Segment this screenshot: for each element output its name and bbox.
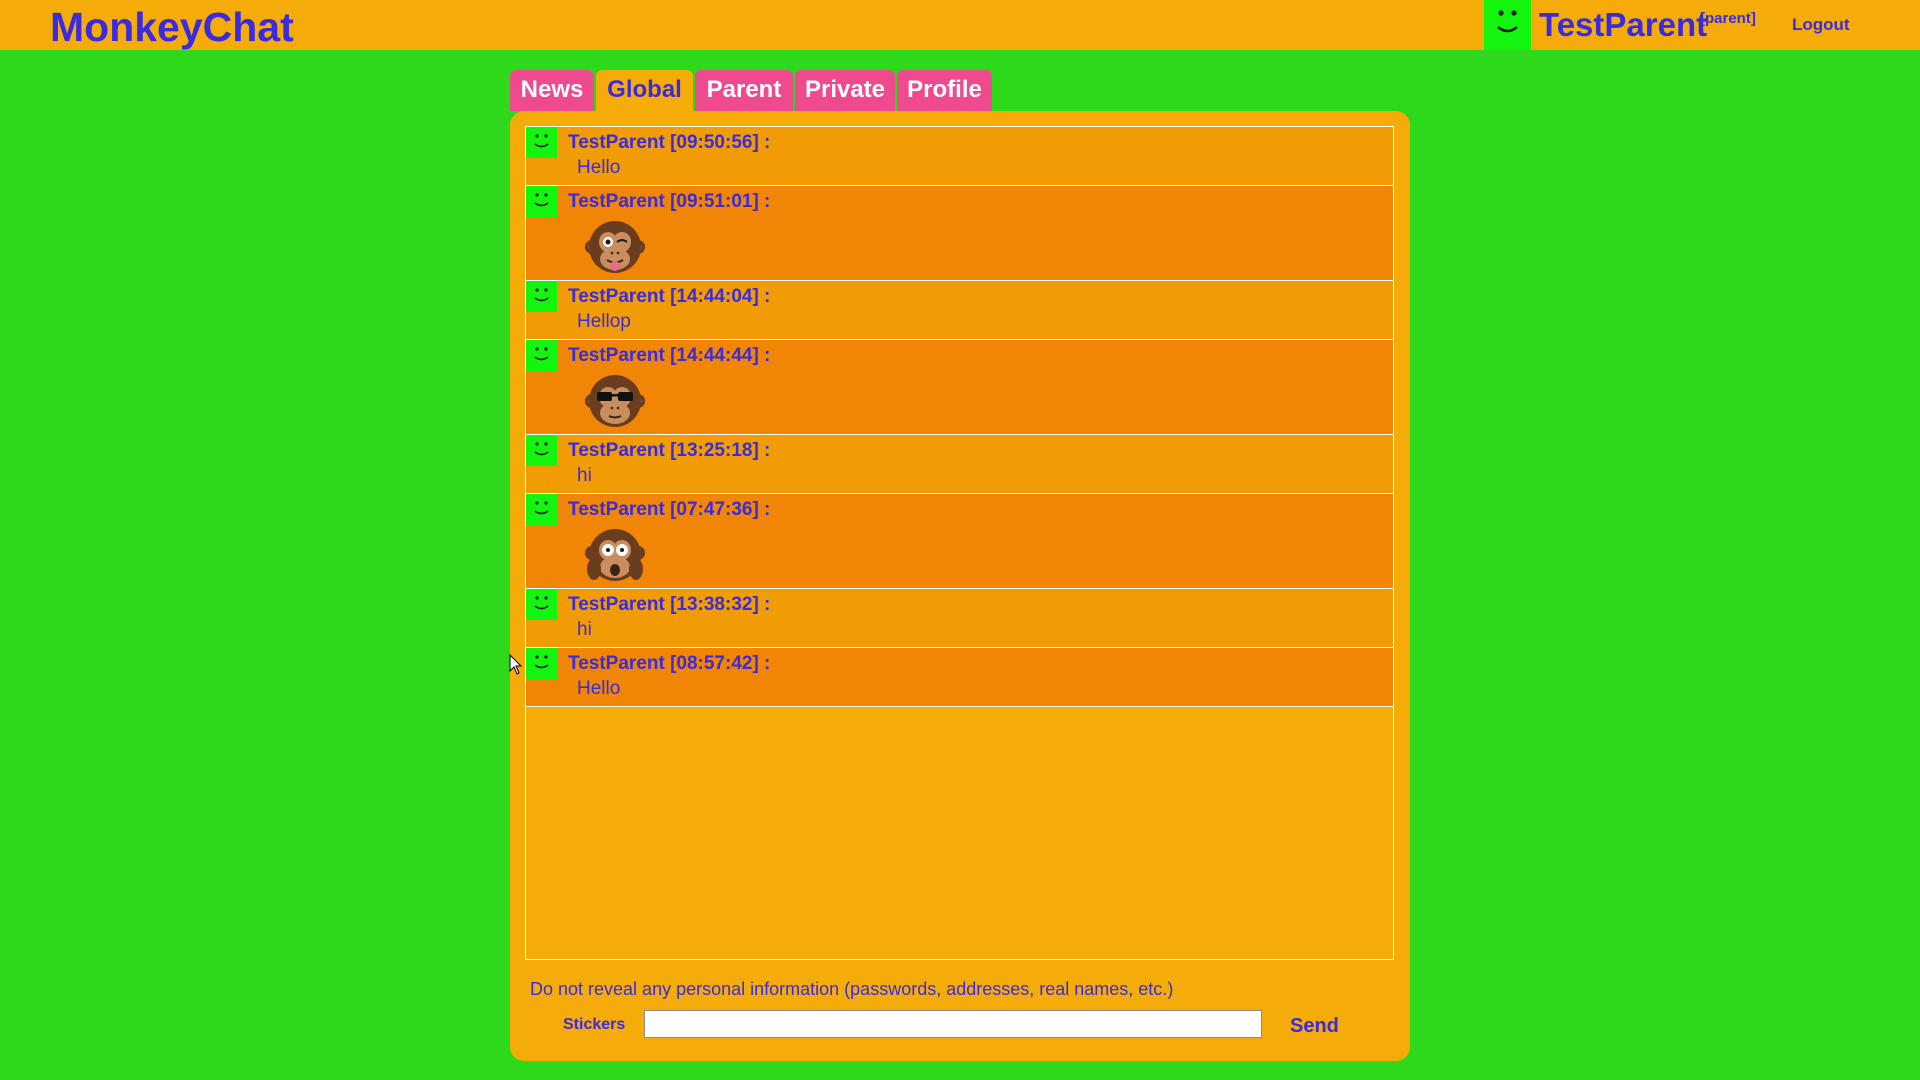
message-header: TestParent [14:44:44] :	[568, 345, 771, 366]
message-header: TestParent [14:44:04] :	[568, 286, 771, 307]
message-text: Hellop	[577, 311, 631, 332]
sender-avatar-icon	[526, 435, 557, 466]
message-text: Hello	[577, 157, 621, 178]
sender-avatar-icon	[526, 127, 557, 158]
tab-global[interactable]: Global	[596, 70, 693, 112]
message-row: TestParent [09:51:01] :	[526, 186, 1393, 281]
sender-avatar-icon	[526, 648, 557, 679]
top-bar: MonkeyChat TestParent [parent] Logout	[0, 0, 1920, 50]
message-header: TestParent [13:25:18] :	[568, 440, 771, 461]
privacy-notice: Do not reveal any personal information (…	[530, 979, 1174, 999]
sender-avatar-icon	[526, 281, 557, 312]
message-header: TestParent [13:38:32] :	[568, 594, 771, 615]
sender-avatar-icon	[526, 340, 557, 371]
user-role: [parent]	[1700, 10, 1756, 27]
sender-avatar-icon	[526, 589, 557, 620]
message-text: Hello	[577, 678, 621, 699]
message-list[interactable]: TestParent [09:50:56] : Hello TestParent…	[525, 126, 1394, 960]
monkey-wink-tongue-sticker-icon	[583, 215, 647, 279]
message-header: TestParent [07:47:36] :	[568, 499, 771, 520]
message-header: TestParent [09:51:01] :	[568, 191, 771, 212]
tab-parent[interactable]: Parent	[695, 70, 793, 111]
message-row: TestParent [14:44:44] :	[526, 340, 1393, 435]
message-row: TestParent [08:57:42] : Hello	[526, 648, 1393, 707]
message-text: hi	[577, 619, 592, 640]
message-header: TestParent [08:57:42] :	[568, 653, 771, 674]
chat-panel: TestParent [09:50:56] : Hello TestParent…	[510, 111, 1410, 1061]
mouse-cursor-icon	[509, 653, 523, 676]
tab-news[interactable]: News	[510, 70, 594, 111]
message-row: TestParent [13:25:18] : hi	[526, 435, 1393, 494]
message-input[interactable]	[644, 1010, 1262, 1038]
message-row: TestParent [07:47:36] :	[526, 494, 1393, 589]
message-header: TestParent [09:50:56] :	[568, 132, 771, 153]
sender-avatar-icon	[526, 494, 557, 525]
stickers-button[interactable]: Stickers	[563, 1016, 625, 1034]
tab-private[interactable]: Private	[795, 70, 895, 111]
logout-button[interactable]: Logout	[1792, 15, 1850, 35]
send-button[interactable]: Send	[1290, 1015, 1339, 1038]
message-row: TestParent [13:38:32] : hi	[526, 589, 1393, 648]
message-text: hi	[577, 465, 592, 486]
username: TestParent	[1539, 6, 1708, 43]
monkey-shocked-sticker-icon	[583, 523, 647, 587]
sender-avatar-icon	[526, 186, 557, 217]
message-row: TestParent [09:50:56] : Hello	[526, 127, 1393, 186]
user-avatar-icon	[1484, 0, 1531, 50]
monkey-sunglasses-sticker-icon	[583, 369, 647, 433]
app-logo: MonkeyChat	[50, 4, 294, 50]
message-row: TestParent [14:44:04] : Hellop	[526, 281, 1393, 340]
tab-profile[interactable]: Profile	[897, 70, 992, 111]
